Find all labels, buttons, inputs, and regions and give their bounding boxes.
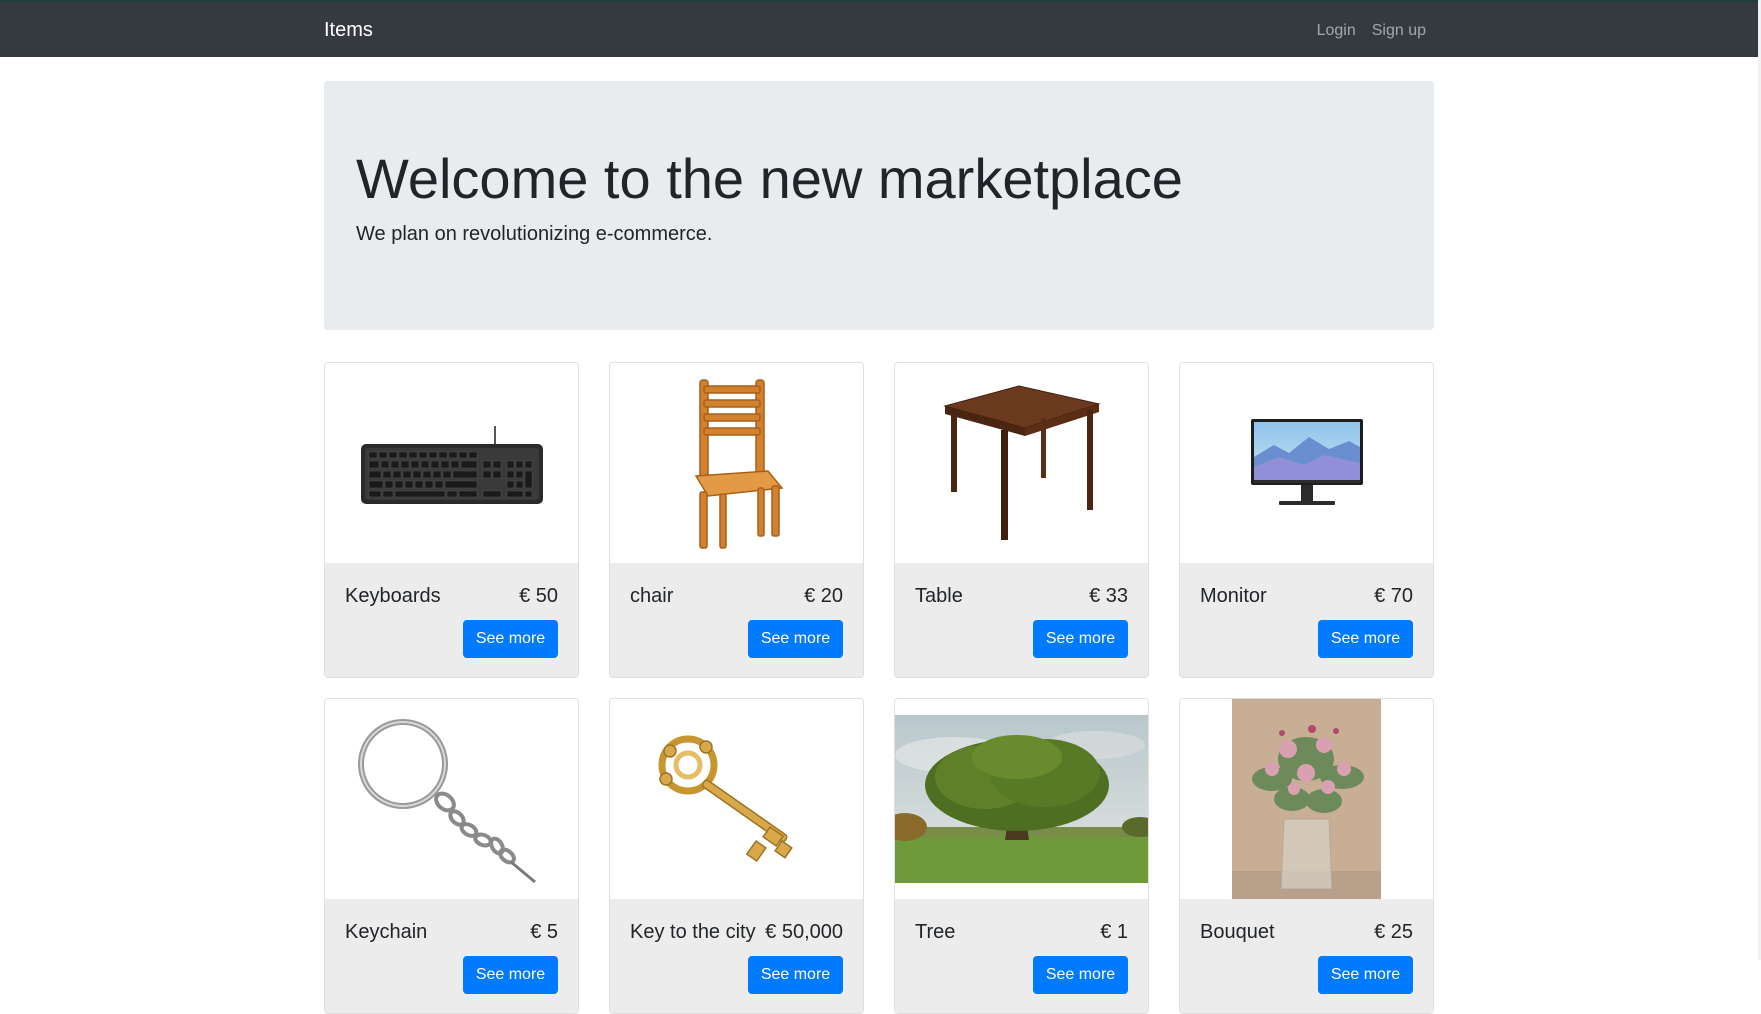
item-name: Tree (915, 921, 956, 943)
card-body: chair € 20 See more (610, 563, 863, 677)
tree-image (895, 699, 1148, 899)
card-body: Keyboards € 50 See more (325, 563, 578, 677)
see-more-button[interactable]: See more (1318, 956, 1413, 994)
item-card: Tree € 1 See more (894, 698, 1149, 1014)
login-link[interactable]: Login (1317, 22, 1356, 40)
navbar-links: Login Sign up (1317, 22, 1426, 40)
see-more-button[interactable]: See more (1033, 620, 1128, 658)
see-more-button[interactable]: See more (748, 956, 843, 994)
card-body: Bouquet € 25 See more (1180, 899, 1433, 1013)
item-name: Bouquet (1200, 921, 1275, 943)
item-name: Table (915, 585, 963, 607)
item-price: € 20 (804, 585, 843, 607)
navbar-brand[interactable]: Items (324, 19, 373, 42)
item-name: Keyboards (345, 585, 441, 607)
item-price: € 25 (1374, 921, 1413, 943)
signup-link[interactable]: Sign up (1372, 22, 1426, 40)
table-image (895, 363, 1148, 563)
card-body: Table € 33 See more (895, 563, 1148, 677)
chair-image (610, 363, 863, 563)
hero-title: Welcome to the new marketplace (356, 147, 1183, 210)
item-name: chair (630, 585, 674, 607)
see-more-button[interactable]: See more (748, 620, 843, 658)
item-price: € 50,000 (765, 921, 843, 943)
see-more-button[interactable]: See more (463, 620, 558, 658)
hero-lead: We plan on revolutionizing e-commerce. (356, 223, 713, 245)
navbar: Items Login Sign up (0, 0, 1761, 57)
bouquet-image (1180, 699, 1433, 899)
hero-jumbotron: Welcome to the new marketplace We plan o… (324, 81, 1434, 330)
item-name: Keychain (345, 921, 428, 943)
item-card: Table € 33 See more (894, 362, 1149, 678)
key-image (610, 699, 863, 899)
item-card: Key to the city € 50,000 See more (609, 698, 864, 1014)
keychain-image (325, 699, 578, 899)
see-more-button[interactable]: See more (1318, 620, 1413, 658)
item-price: € 70 (1374, 585, 1413, 607)
item-price: € 5 (530, 921, 558, 943)
item-price: € 1 (1100, 921, 1128, 943)
item-price: € 33 (1089, 585, 1128, 607)
item-name: Key to the city (630, 921, 756, 943)
item-card: chair € 20 See more (609, 362, 864, 678)
see-more-button[interactable]: See more (463, 956, 558, 994)
item-name: Monitor (1200, 585, 1267, 607)
see-more-button[interactable]: See more (1033, 956, 1128, 994)
item-card: Keyboards € 50 See more (324, 362, 579, 678)
card-body: Key to the city € 50,000 See more (610, 899, 863, 1013)
card-body: Monitor € 70 See more (1180, 563, 1433, 677)
item-card: Bouquet € 25 See more (1179, 698, 1434, 1014)
card-body: Tree € 1 See more (895, 899, 1148, 1013)
keyboard-image (325, 363, 578, 563)
item-card: Monitor € 70 See more (1179, 362, 1434, 678)
card-body: Keychain € 5 See more (325, 899, 578, 1013)
item-card: Keychain € 5 See more (324, 698, 579, 1014)
monitor-image (1180, 363, 1433, 563)
item-price: € 50 (519, 585, 558, 607)
